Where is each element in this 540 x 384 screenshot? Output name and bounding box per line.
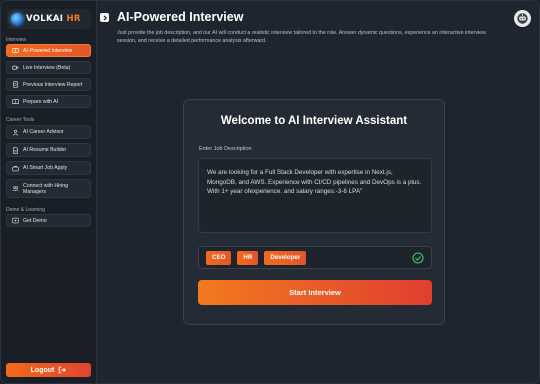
sidebar-item-label: Prepare with AI (23, 98, 59, 105)
sidebar-item-label: AI Career Advisor (23, 129, 64, 135)
logout-button[interactable]: Logout (6, 363, 91, 377)
sidebar-item-label: AI Resume Builder (23, 147, 67, 153)
report-icon (11, 81, 19, 89)
interview-setup-card: Welcome to AI Interview Assistant Enter … (183, 99, 445, 325)
section-label-demo-learning: Demo & Learning (6, 207, 45, 213)
sidebar-item-ai-powered-interview[interactable]: AI-Powered Interview (6, 44, 91, 57)
sidebar-item-label: Live Interview (Beta) (23, 64, 71, 71)
role-tags-input[interactable]: CEO HR Developer (198, 246, 432, 269)
user-advisor-icon (11, 128, 19, 136)
sidebar-item-label: AI Smart Job Apply (23, 165, 68, 171)
avatar[interactable] (514, 10, 531, 27)
sidebar-item-ai-career-advisor[interactable]: AI Career Advisor (6, 125, 91, 139)
sidebar-item-ai-smart-job-apply[interactable]: AI Smart Job Apply (6, 161, 91, 175)
briefcase-icon (11, 164, 19, 172)
job-description-input[interactable]: We are looking for a Full Stack Develope… (198, 158, 432, 233)
brand-name: VOLKAI HR (26, 14, 81, 24)
job-description-label: Enter Job Description (199, 146, 252, 152)
sidebar-item-get-demo[interactable]: Get Demo (6, 214, 91, 227)
page-title: AI-Powered Interview (117, 10, 244, 24)
start-interview-button[interactable]: Start Interview (198, 280, 432, 305)
brand-logo[interactable]: VOLKAI HR (7, 9, 91, 29)
sidebar-item-label: Previous Interview Report (23, 81, 83, 88)
tag-ceo[interactable]: CEO (206, 250, 232, 265)
document-icon (11, 146, 19, 154)
sidebar-item-live-interview[interactable]: Live Interview (Beta) (6, 61, 91, 74)
sidebar-item-label: AI-Powered Interview (23, 47, 73, 54)
sidebar-item-label: Connect with Hiring Managers (23, 182, 68, 195)
sidebar-item-previous-interview-report[interactable]: Previous Interview Report (6, 78, 91, 91)
video-icon (11, 64, 19, 72)
tag-hr[interactable]: HR (237, 250, 259, 265)
brand-logo-icon (11, 13, 23, 25)
sidebar: VOLKAI HR Interview AI-Powered Interview… (1, 1, 97, 383)
app-window: VOLKAI HR Interview AI-Powered Interview… (0, 0, 540, 384)
chevron-right-icon (103, 14, 107, 21)
robot-avatar-icon (517, 13, 528, 24)
play-icon (11, 217, 19, 225)
sidebar-item-prepare-with-ai[interactable]: Prepare with AI (6, 95, 91, 108)
logout-icon (59, 366, 67, 374)
sidebar-item-label: Get Demo (23, 217, 47, 224)
interview-icon (11, 47, 19, 55)
section-label-interview: Interview (6, 37, 27, 43)
people-icon (11, 185, 19, 193)
logout-label: Logout (30, 366, 55, 374)
page-description: Just provide the job description, and ou… (117, 30, 486, 44)
tag-developer[interactable]: Developer (264, 250, 307, 265)
book-icon (11, 98, 19, 106)
card-title: Welcome to AI Interview Assistant (220, 115, 408, 127)
sidebar-item-ai-resume-builder[interactable]: AI Resume Builder (6, 143, 91, 157)
sidebar-item-connect-hiring-managers[interactable]: Connect with Hiring Managers (6, 179, 91, 198)
sidebar-toggle-button[interactable] (100, 13, 109, 22)
section-label-career-tools: Career Tools (6, 117, 35, 123)
check-circle-icon (412, 252, 424, 264)
